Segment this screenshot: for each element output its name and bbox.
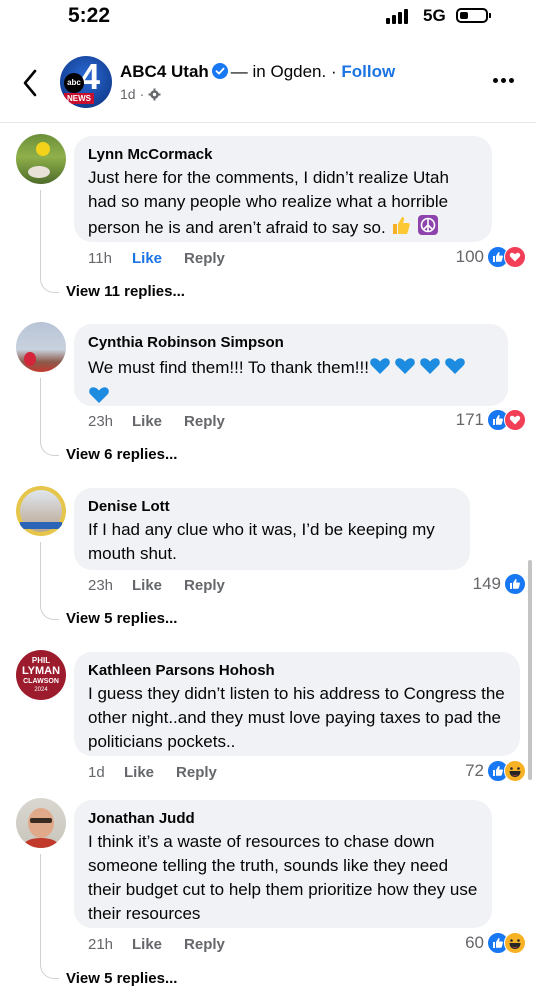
post-header: 4 abc NEWS ABC4 Utah — in Ogden. · Follow… [0, 52, 536, 116]
verified-badge-icon [211, 63, 228, 79]
comment-text: If I had any clue who it was, I’d be kee… [88, 520, 435, 563]
view-replies-button[interactable]: View 5 replies... [66, 610, 177, 627]
like-button[interactable]: Like [132, 936, 162, 953]
comment-actions: 23h Like Reply [88, 577, 225, 594]
settings-gear-icon [148, 88, 161, 100]
blue-heart-emoji-icon [369, 354, 469, 383]
reply-button[interactable]: Reply [184, 936, 225, 953]
commenter-name[interactable]: Lynn McCormack [88, 145, 478, 165]
reaction-count: 100 [455, 247, 484, 266]
like-button[interactable]: Like [132, 413, 162, 430]
comment-bubble: Kathleen Parsons Hohosh I guess they did… [74, 652, 520, 756]
page-name[interactable]: ABC4 Utah [120, 62, 209, 81]
like-button[interactable]: Like [132, 577, 162, 594]
avatar[interactable] [16, 798, 66, 848]
post-timestamp: 1d [120, 86, 136, 102]
comment-time: 1d [88, 764, 105, 781]
comment-text: Just here for the comments, I didn’t rea… [88, 166, 478, 243]
post-meta: 1d · [120, 86, 161, 102]
comment-time: 11h [88, 250, 112, 267]
comment-text: I guess they didn’t listen to his addres… [88, 684, 505, 751]
reply-thread-line [40, 542, 59, 620]
comment-time: 23h [88, 577, 114, 594]
reaction-count: 60 [465, 933, 484, 952]
follow-button[interactable]: Follow [341, 62, 395, 81]
reply-button[interactable]: Reply [176, 764, 217, 781]
comment-text: We must find them!!! To thank them!!! [88, 354, 494, 412]
chevron-left-icon [23, 69, 37, 97]
haha-reaction-icon [504, 932, 526, 954]
comment-time: 21h [88, 936, 114, 953]
like-reaction-icon [504, 573, 526, 595]
reply-button[interactable]: Reply [184, 250, 225, 267]
header-divider [0, 122, 536, 123]
commenter-name[interactable]: Denise Lott [88, 497, 456, 517]
reaction-summary[interactable]: 72 [465, 760, 526, 782]
comment-bubble: Lynn McCormack Just here for the comment… [74, 136, 492, 242]
reply-thread-line [40, 378, 59, 456]
dot-icon [493, 78, 498, 83]
love-reaction-icon [504, 409, 526, 431]
comment-actions: 1d Like Reply [88, 764, 217, 781]
reply-thread-line [40, 190, 59, 293]
reaction-count: 171 [455, 410, 484, 429]
location-text: — in Ogden. [230, 62, 327, 81]
avatar[interactable] [16, 322, 66, 372]
comment-actions: 11h Like Reply [88, 250, 225, 267]
status-bar: 5:22 5G [0, 0, 536, 40]
reaction-summary[interactable]: 149 [473, 573, 526, 595]
back-button[interactable] [18, 66, 44, 100]
like-button[interactable]: Like [124, 764, 154, 781]
commenter-name[interactable]: Kathleen Parsons Hohosh [88, 661, 506, 681]
reaction-summary[interactable]: 100 [456, 246, 526, 268]
battery-icon [456, 8, 491, 23]
comment-bubble: Denise Lott If I had any clue who it was… [74, 488, 470, 570]
thumbs-up-emoji-icon [390, 214, 412, 243]
logo-number: 4 [80, 56, 101, 97]
reaction-summary[interactable]: 171 [456, 409, 526, 431]
comment-text: I think it’s a waste of resources to cha… [88, 832, 478, 923]
love-reaction-icon [504, 246, 526, 268]
comment-actions: 21h Like Reply [88, 936, 225, 953]
comment-bubble: Jonathan Judd I think it’s a waste of re… [74, 800, 492, 928]
page-title-line: ABC4 Utah — in Ogden. · Follow [120, 62, 395, 82]
network-label: 5G [423, 6, 446, 25]
peace-symbol-emoji-icon [417, 214, 439, 243]
reaction-summary[interactable]: 60 [465, 932, 526, 954]
separator-dot: · [330, 62, 337, 81]
scrollbar[interactable] [528, 560, 532, 780]
avatar[interactable] [16, 134, 66, 184]
comment-bubble: Cynthia Robinson Simpson We must find th… [74, 324, 508, 406]
signal-icon [386, 8, 408, 24]
avatar[interactable] [16, 486, 66, 536]
comment-actions: 23h Like Reply [88, 413, 225, 430]
reply-button[interactable]: Reply [184, 577, 225, 594]
reply-thread-line [40, 854, 59, 979]
commenter-name[interactable]: Jonathan Judd [88, 809, 478, 829]
view-replies-button[interactable]: View 11 replies... [66, 283, 185, 300]
commenter-name[interactable]: Cynthia Robinson Simpson [88, 333, 494, 353]
view-replies-button[interactable]: View 6 replies... [66, 446, 177, 463]
logo-abc: abc [64, 73, 84, 93]
view-replies-button[interactable]: View 5 replies... [66, 970, 177, 987]
more-options-button[interactable] [493, 78, 514, 83]
page-avatar[interactable]: 4 abc NEWS [60, 56, 112, 108]
blue-heart-emoji-icon [88, 383, 110, 412]
like-button[interactable]: Like [132, 250, 162, 267]
avatar[interactable]: PHIL LYMAN CLAWSON 2024 [16, 650, 66, 700]
logo-news: NEWS [64, 93, 94, 104]
reaction-count: 72 [465, 761, 484, 780]
reply-button[interactable]: Reply [184, 413, 225, 430]
reaction-count: 149 [472, 574, 501, 593]
haha-reaction-icon [504, 760, 526, 782]
comment-time: 23h [88, 413, 114, 430]
status-time: 5:22 [68, 4, 111, 27]
